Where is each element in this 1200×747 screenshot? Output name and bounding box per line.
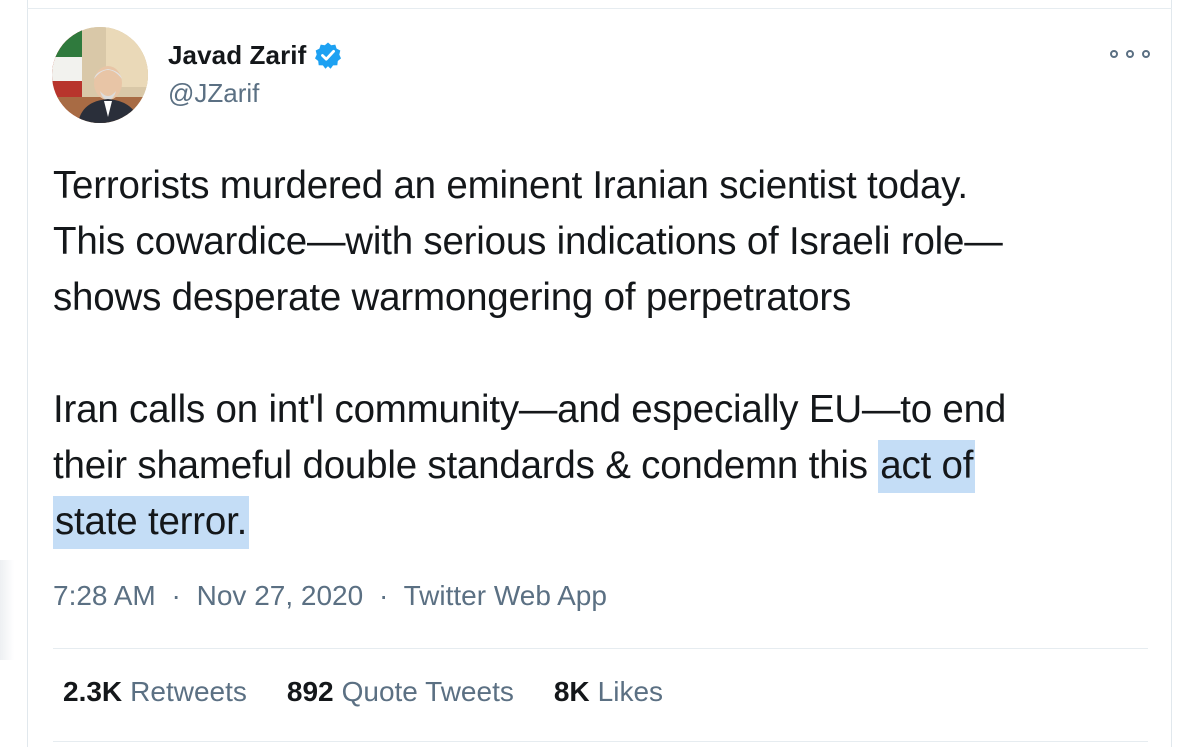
window-edge-shadow xyxy=(0,560,14,660)
tweet-text: Terrorists murdered an eminent Iranian s… xyxy=(53,158,1153,550)
retweets-stat[interactable]: 2.3K Retweets xyxy=(63,676,247,708)
avatar[interactable] xyxy=(52,27,148,123)
tweet-text-segment: their shameful double standards & condem… xyxy=(53,444,879,487)
separator: · xyxy=(378,580,389,611)
likes-stat[interactable]: 8K Likes xyxy=(554,676,663,708)
retweets-count: 2.3K xyxy=(63,676,123,707)
selected-text: state terror. xyxy=(53,496,250,549)
quote-tweets-stat[interactable]: 892 Quote Tweets xyxy=(287,676,514,708)
selected-text: act of xyxy=(878,440,976,493)
likes-label: Likes xyxy=(597,676,664,707)
retweets-label: Retweets xyxy=(130,676,247,707)
screenshot-frame: Javad Zarif @JZarif Terrorists murdered … xyxy=(0,0,1200,747)
more-options-icon[interactable] xyxy=(1110,43,1150,65)
tweet-metadata: 7:28 AM · Nov 27, 2020 · Twitter Web App xyxy=(53,580,607,612)
display-name[interactable]: Javad Zarif xyxy=(168,40,306,71)
profile-photo-icon xyxy=(52,27,148,123)
tweet-source[interactable]: Twitter Web App xyxy=(404,580,607,611)
author-name-row: Javad Zarif xyxy=(168,38,342,72)
quote-tweets-label: Quote Tweets xyxy=(341,676,514,707)
quote-tweets-count: 892 xyxy=(286,676,334,707)
user-handle[interactable]: @JZarif xyxy=(168,78,259,109)
tweet-date[interactable]: Nov 27, 2020 xyxy=(197,580,364,611)
divider xyxy=(53,648,1148,649)
tweet-line: state terror. xyxy=(53,494,1153,550)
tweet-time[interactable]: 7:28 AM xyxy=(53,580,156,611)
tweet-line: their shameful double standards & condem… xyxy=(53,438,1153,494)
tweet-line: shows desperate warmongering of perpetra… xyxy=(53,276,851,319)
engagement-stats: 2.3K Retweets 892 Quote Tweets 8K Likes xyxy=(63,676,703,708)
divider xyxy=(53,741,1148,742)
card-top-border xyxy=(27,8,1172,9)
verified-badge-icon xyxy=(314,41,342,69)
tweet-line: Terrorists murdered an eminent Iranian s… xyxy=(53,164,968,207)
separator: · xyxy=(171,580,181,611)
tweet-line: This cowardice—with serious indications … xyxy=(53,220,1003,263)
tweet-line: Iran calls on int'l community—and especi… xyxy=(53,388,1007,431)
likes-count: 8K xyxy=(553,676,590,707)
